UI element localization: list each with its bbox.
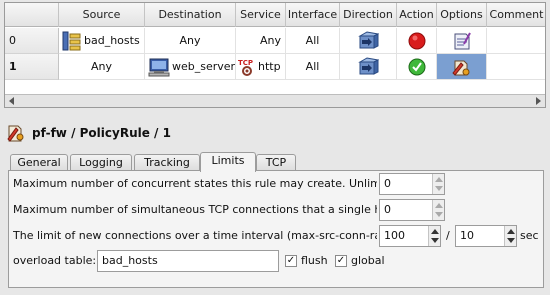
spin-down-icon[interactable]: [435, 212, 443, 217]
options-note-icon: [454, 32, 471, 49]
server-icon: [148, 58, 170, 76]
spin-down-icon[interactable]: [435, 186, 443, 191]
flush-label: flush: [301, 254, 328, 267]
table-cell-action[interactable]: [397, 54, 437, 80]
max-tcp-value: 0: [384, 203, 391, 216]
col-destination[interactable]: Destination: [145, 3, 236, 27]
deny-icon: [408, 32, 425, 49]
col-source[interactable]: Source: [59, 3, 145, 27]
panel-title: pf-fw / PolicyRule / 1: [6, 123, 171, 143]
col-options[interactable]: Options: [437, 3, 487, 27]
spin-up-icon[interactable]: [435, 203, 443, 208]
flush-checkbox[interactable]: ✓: [285, 255, 297, 267]
spin-up-icon[interactable]: [507, 229, 515, 234]
svg-text:TCP: TCP: [238, 59, 253, 67]
max-tcp-label: Maximum number of simultaneous TCP conne…: [13, 203, 377, 216]
table-cell-service[interactable]: Any: [236, 28, 286, 54]
conn-rate-count-spinner[interactable]: 100: [379, 225, 441, 247]
spin-down-icon[interactable]: [431, 238, 439, 243]
tcp-service-icon: TCP: [238, 59, 253, 76]
source-text: Any: [90, 60, 112, 73]
conn-rate-unit: sec: [520, 229, 539, 242]
table-cell-action[interactable]: [397, 28, 437, 54]
direction-both-icon: [358, 30, 379, 49]
destination-text: web_server: [172, 60, 236, 73]
col-service[interactable]: Service: [236, 3, 286, 27]
max-tcp-spinner[interactable]: 0: [379, 199, 445, 221]
rules-table: Source Destination Service Interface Dir…: [4, 2, 546, 108]
table-cell-interface[interactable]: All: [286, 28, 340, 54]
source-text: bad_hosts: [84, 34, 140, 47]
service-text: Any: [259, 34, 281, 47]
conn-rate-interval-spinner[interactable]: 10: [455, 225, 517, 247]
spin-down-icon[interactable]: [507, 238, 515, 243]
tab-general[interactable]: General: [10, 154, 68, 171]
horizontal-scrollbar[interactable]: [5, 94, 545, 107]
panel-title-text: pf-fw / PolicyRule / 1: [32, 126, 171, 140]
tab-limits[interactable]: Limits: [200, 152, 256, 172]
conn-rate-interval-value: 10: [460, 229, 474, 242]
table-cell-service[interactable]: TCP http: [236, 54, 286, 80]
table-cell-destination[interactable]: web_server: [145, 54, 236, 80]
max-states-label: Maximum number of concurrent states this…: [13, 177, 377, 190]
row-number-header: [5, 3, 59, 27]
overload-table-input[interactable]: bad_hosts: [97, 250, 279, 272]
table-cell-options[interactable]: [437, 54, 487, 80]
tab-tracking[interactable]: Tracking: [134, 154, 200, 171]
col-comment[interactable]: Comment: [487, 3, 545, 27]
table-cell-destination[interactable]: Any: [145, 28, 236, 54]
table-cell-comment[interactable]: [487, 54, 545, 80]
global-label: global: [351, 254, 385, 267]
overload-table-label: overload table:: [13, 254, 97, 267]
row-number[interactable]: 1: [5, 54, 59, 80]
row-number[interactable]: 0: [5, 28, 59, 54]
col-direction[interactable]: Direction: [340, 3, 397, 27]
table-cell-comment[interactable]: [487, 28, 545, 54]
conn-rate-count-value: 100: [384, 229, 405, 242]
spin-up-icon[interactable]: [435, 177, 443, 182]
table-cell-interface[interactable]: All: [286, 54, 340, 80]
interface-text: All: [305, 34, 320, 47]
interface-text: All: [305, 60, 320, 73]
scroll-right-icon[interactable]: [536, 97, 541, 105]
spin-up-icon[interactable]: [431, 229, 439, 234]
tab-tcp[interactable]: TCP: [256, 154, 296, 171]
conn-rate-slash: /: [446, 229, 450, 242]
table-cell-direction[interactable]: [340, 28, 397, 54]
global-checkbox[interactable]: ✓: [335, 255, 347, 267]
table-cell-options[interactable]: [437, 28, 487, 54]
table-cell-source[interactable]: Any: [59, 54, 145, 80]
limits-tab-pane: Maximum number of concurrent states this…: [8, 170, 544, 288]
conn-rate-label: The limit of new connections over a time…: [13, 229, 377, 242]
policy-rule-icon: [7, 125, 24, 142]
scroll-left-icon[interactable]: [9, 97, 14, 105]
col-action[interactable]: Action: [397, 3, 437, 27]
max-states-value: 0: [384, 177, 391, 190]
destination-text: Any: [179, 34, 201, 47]
col-interface[interactable]: Interface: [286, 3, 340, 27]
table-cell-direction[interactable]: [340, 54, 397, 80]
tab-logging[interactable]: Logging: [70, 154, 132, 171]
table-header: Source Destination Service Interface Dir…: [5, 3, 545, 27]
service-text: http: [258, 60, 281, 73]
options-limit-icon: [451, 60, 469, 76]
accept-icon: [408, 58, 425, 75]
table-cell-source[interactable]: bad_hosts: [59, 28, 145, 54]
direction-both-icon: [358, 56, 379, 75]
address-table-icon: [62, 31, 81, 50]
max-states-spinner[interactable]: 0: [379, 173, 445, 195]
